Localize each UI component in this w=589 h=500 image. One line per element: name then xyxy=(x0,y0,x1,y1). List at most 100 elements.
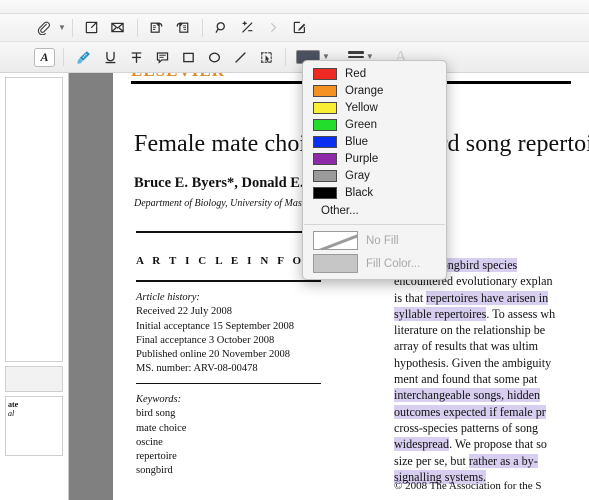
article-history-line: MS. number: ARV-08-00478 xyxy=(136,363,258,375)
abstract-line: literature on the relationship be xyxy=(394,322,589,338)
menu-item-color-yellow[interactable]: Yellow xyxy=(303,99,446,116)
article-history: Article history: Received 22 July 2008 I… xyxy=(136,291,294,377)
abstract-text-run: is that xyxy=(394,290,427,305)
abstract-line: ment and found that some pat xyxy=(394,371,589,387)
highlighted-text[interactable]: rather as a by- xyxy=(468,453,538,468)
toolbar-group-tools xyxy=(209,14,313,41)
attachment-icon[interactable] xyxy=(32,17,54,39)
keywords-block: Keywords: bird song mate choice oscine r… xyxy=(136,393,186,479)
menu-item-color-label: Gray xyxy=(345,169,370,182)
abstract-text-run: . We propose that so xyxy=(449,437,547,452)
fill-color-swatch xyxy=(313,254,358,273)
line-icon[interactable] xyxy=(229,46,251,68)
highlighted-text[interactable]: outcomes expected if female pr xyxy=(394,404,546,419)
page-thumbnail-3[interactable]: ate al xyxy=(5,396,63,456)
selection-icon[interactable] xyxy=(255,46,277,68)
toolbar-divider xyxy=(201,18,203,37)
menu-item-fill-color-label: Fill Color... xyxy=(366,257,421,270)
menu-item-color-label: Blue xyxy=(345,135,369,148)
menu-item-color-red[interactable]: Red xyxy=(303,65,446,82)
highlighted-text[interactable]: repertoires have arisen in xyxy=(426,290,549,305)
chevron-down-icon[interactable]: ▼ xyxy=(58,23,66,32)
thumbnail-strip: ate al xyxy=(0,73,68,456)
toolbar-group-rotate xyxy=(144,14,196,41)
keyword-item: oscine xyxy=(136,436,163,448)
thumbnail-sidebar[interactable]: ate al xyxy=(0,73,69,500)
menu-item-color-gray[interactable]: Gray xyxy=(303,167,446,184)
underline-icon[interactable] xyxy=(99,46,121,68)
abstract-line: interchangeable songs, hidden xyxy=(394,387,589,403)
toolbar-group-attachment: ▼ xyxy=(30,14,66,41)
abstract-line: hypothesis. Given the ambiguity xyxy=(394,355,589,371)
color-swatch-blue-icon xyxy=(313,135,337,148)
article-info-rule-bottom xyxy=(136,280,321,282)
pdf-viewer-window: ▼ A ▼ ▼ A ate al Female mate choice song… xyxy=(0,0,589,500)
page-thumbnail-1[interactable] xyxy=(5,77,63,362)
menu-item-color-green[interactable]: Green xyxy=(303,116,446,133)
rectangle-icon[interactable] xyxy=(177,46,199,68)
toolbar-group-share xyxy=(79,14,131,41)
text-box-icon[interactable]: A xyxy=(34,47,55,67)
publisher-logo: ELSEVIER xyxy=(131,73,225,81)
toolbar-divider xyxy=(136,18,138,37)
color-swatch-yellow-icon xyxy=(313,101,337,114)
mail-icon[interactable] xyxy=(107,17,129,39)
article-info-rule-top xyxy=(136,231,321,233)
keywords-label: Keywords: xyxy=(136,394,182,405)
menu-item-color-orange[interactable]: Orange xyxy=(303,82,446,99)
abstract-line: widespread. We propose that so xyxy=(394,436,589,452)
thumbnail-text: ate al xyxy=(8,400,19,418)
article-info-heading: A R T I C L E I N F O xyxy=(136,255,305,267)
toolbar-divider xyxy=(63,48,64,66)
abstract-line: is that repertoires have arisen in xyxy=(394,290,589,306)
abstract-text-run: array of results that was ultim xyxy=(394,339,539,354)
rotate-left-icon[interactable] xyxy=(146,17,168,39)
menu-item-color-label: Black xyxy=(345,186,374,199)
oval-icon[interactable] xyxy=(203,46,225,68)
menu-item-color-black[interactable]: Black xyxy=(303,184,446,201)
export-icon[interactable] xyxy=(81,17,103,39)
abstract-line: cross-species patterns of song xyxy=(394,420,589,436)
keyword-item: mate choice xyxy=(136,422,187,434)
abstract-line: syllable repertoires. To assess wh xyxy=(394,306,589,322)
page-thumbnail-2[interactable] xyxy=(5,366,63,392)
main-toolbar: ▼ xyxy=(0,14,589,42)
abstract-text[interactable]: of many songbird species encountered evol… xyxy=(394,257,589,485)
abstract-text-run: ment and found that some pat xyxy=(394,372,538,387)
border-color-menu[interactable]: Red Orange Yellow Green Blue Purple Gray Black … xyxy=(302,60,447,280)
highlighted-text[interactable]: syllable repertoires xyxy=(394,306,487,321)
highlighted-text[interactable]: widespread xyxy=(394,437,450,452)
highlighted-text[interactable]: interchangeable songs, hidden xyxy=(394,388,541,403)
menu-item-color-label: Red xyxy=(345,67,367,80)
menu-item-no-fill[interactable]: No Fill xyxy=(303,229,446,252)
menu-item-other-label: Other... xyxy=(321,204,359,217)
markup-toolbar: A ▼ ▼ A xyxy=(0,42,589,73)
menu-item-color-purple[interactable]: Purple xyxy=(303,150,446,167)
article-history-line: Final acceptance 3 October 2008 xyxy=(136,334,275,346)
color-swatch-black-icon xyxy=(313,186,337,199)
menu-item-fill-color[interactable]: Fill Color... xyxy=(303,252,446,275)
keyword-item: bird song xyxy=(136,408,176,420)
highlight-pen-icon[interactable] xyxy=(72,46,95,68)
no-fill-icon xyxy=(313,231,358,250)
abstract-text-run: cross-species patterns of song xyxy=(394,420,539,435)
abstract-line: outcomes expected if female pr xyxy=(394,404,589,420)
abstract-line: size per se, but rather as a by- xyxy=(394,453,589,469)
menu-item-no-fill-label: No Fill xyxy=(366,234,399,247)
article-history-label: Article history: xyxy=(136,292,200,303)
menu-item-color-blue[interactable]: Blue xyxy=(303,133,446,150)
chevron-right-icon[interactable] xyxy=(263,17,285,39)
note-icon[interactable] xyxy=(151,46,173,68)
crop-icon[interactable] xyxy=(237,17,259,39)
copyright-line: © 2008 The Association for the S xyxy=(394,480,542,492)
color-swatch-green-icon xyxy=(313,118,337,131)
menu-item-other[interactable]: Other... xyxy=(303,201,446,220)
rotate-right-icon[interactable] xyxy=(172,17,194,39)
keywords-rule xyxy=(136,383,321,384)
search-icon[interactable] xyxy=(211,17,233,39)
strikethrough-icon[interactable] xyxy=(125,46,147,68)
keyword-item: songbird xyxy=(136,465,173,477)
markup-icon[interactable] xyxy=(289,17,311,39)
menu-item-color-label: Yellow xyxy=(345,101,378,114)
color-swatch-orange-icon xyxy=(313,84,337,97)
